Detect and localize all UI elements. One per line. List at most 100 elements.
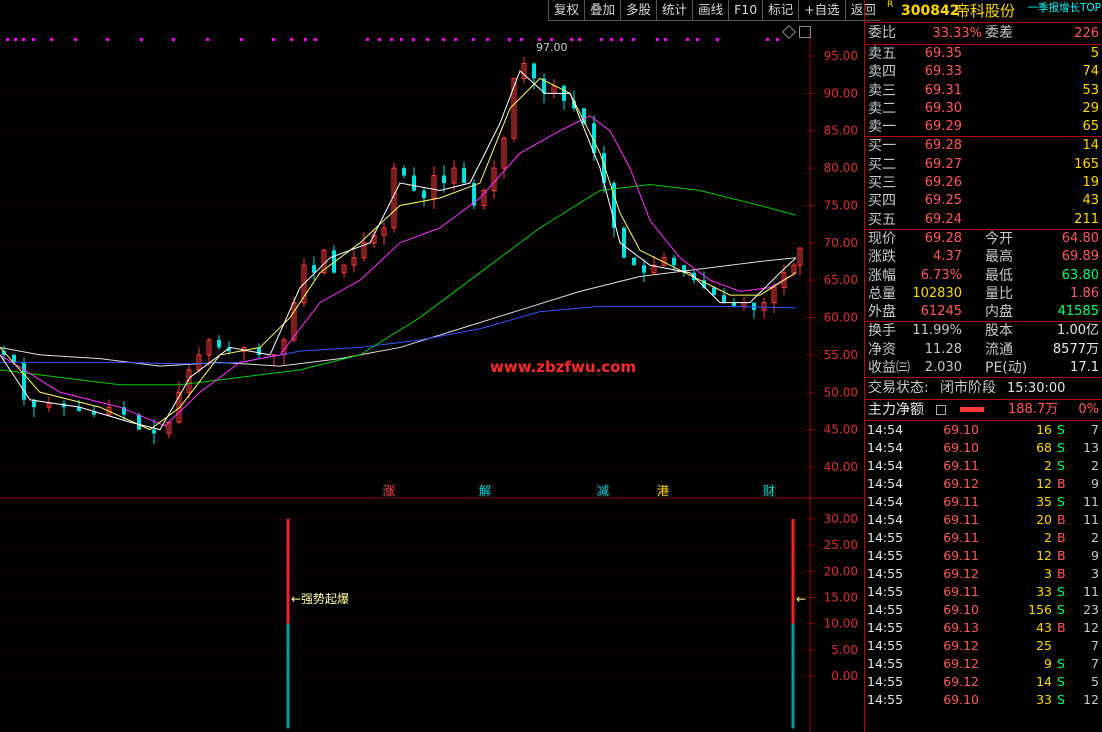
price-tick-label: 60.00 <box>824 311 858 325</box>
tick-volume: 43 <box>1036 620 1052 636</box>
tick-row: 14:54 69.10 16 S 7 <box>865 421 1102 439</box>
tick-row: 14:55 69.12 25 7 <box>865 637 1102 655</box>
tick-side: S <box>1057 584 1065 600</box>
stock-name[interactable]: 帝科股份 <box>955 0 1015 22</box>
flow-bar <box>960 407 984 413</box>
trade-status-label: 交易状态: <box>868 380 929 397</box>
stat-row: 现价 69.28 今开 64.80 <box>865 230 1102 248</box>
candle-body <box>402 168 406 176</box>
tick-time: 14:54 <box>867 440 904 456</box>
event-marker[interactable]: 涨 <box>383 483 395 498</box>
event-marker[interactable]: 减 <box>597 484 609 498</box>
tick-list[interactable]: 14:54 69.10 16 S 7 14:54 69.10 68 S 13 14:54 69.11 2… <box>865 421 1102 709</box>
main-flow-row[interactable]: 主力净额 188.7万 0% <box>865 399 1102 422</box>
pink-dot <box>632 38 635 41</box>
candle-body <box>462 168 466 184</box>
fund-row-value: 11.99% <box>912 323 962 339</box>
tick-price: 69.11 <box>943 458 979 474</box>
pink-dot <box>400 38 403 41</box>
quote-panel: R 300842 帝科股份 一季报增长TOP 委比 33.33% 委差 226 … <box>864 0 1102 732</box>
stat-row-value2: 64.80 <box>1061 230 1099 246</box>
bid-levels: 买一 69.28 14 买二 69.27 165 买三 69.26 19 买四 69.25 43 买五 6… <box>865 136 1102 228</box>
toolbar-button-7[interactable]: +自选 <box>798 0 845 21</box>
indicator-tick-label: 0.00 <box>831 669 858 683</box>
fundamental-stats: 换手 11.99% 股本 1.00亿 净资 11.28 流通 8577万 收益㈢ 2.030 PE(… <box>865 321 1102 377</box>
stat-row-value2: 41585 <box>1057 304 1099 320</box>
main-flow-pct: 0% <box>1078 402 1099 418</box>
stat-row-label: 涨跌 <box>868 249 896 266</box>
ask-level-label: 卖一 <box>868 119 896 136</box>
stat-row: 总量 102830 量比 1.86 <box>865 285 1102 303</box>
stat-row-value2: 69.89 <box>1061 249 1099 265</box>
bid-level: 买五 69.24 211 <box>865 211 1102 229</box>
tick-count: 11 <box>1083 494 1099 510</box>
price-tick-label: 85.00 <box>824 124 858 138</box>
tick-side: S <box>1057 494 1065 510</box>
ask-level-value2: 53 <box>1082 82 1099 98</box>
menu-icon[interactable] <box>936 405 946 416</box>
close-icon[interactable] <box>799 26 811 38</box>
chart-grid <box>0 30 864 732</box>
tick-price: 69.12 <box>943 476 979 492</box>
tick-price: 69.12 <box>943 674 979 690</box>
stat-row-value: 6.73% <box>920 267 962 283</box>
tick-count: 11 <box>1083 584 1099 600</box>
price-tick-label: 40.00 <box>824 460 858 474</box>
bid-level-label: 买五 <box>868 211 896 228</box>
candle-body <box>422 190 426 198</box>
pink-dot <box>14 38 17 41</box>
fund-row-label: 净资 <box>868 341 896 358</box>
stat-row-label2: 量比 <box>985 285 1013 302</box>
toolbar-button-0[interactable]: 复权 <box>548 0 585 21</box>
toolbar-button-6[interactable]: 标记 <box>762 0 799 21</box>
ask-level-value2: 5 <box>1090 46 1099 61</box>
ask-level-label: 卖五 <box>868 46 896 62</box>
bid-level-value2: 14 <box>1082 138 1099 154</box>
tick-volume: 156 <box>1028 602 1052 618</box>
stock-badge: R <box>887 0 894 10</box>
toolbar-button-4[interactable]: 画线 <box>692 0 729 21</box>
toolbar-button-2[interactable]: 多股 <box>620 0 657 21</box>
tick-row: 14:55 69.10 156 S 23 <box>865 601 1102 619</box>
stock-tag[interactable]: 一季报增长TOP <box>1027 0 1101 19</box>
pink-dot <box>442 38 445 41</box>
bid-level: 买一 69.28 14 <box>865 137 1102 155</box>
pink-dot <box>776 38 779 41</box>
ask-level-value: 69.29 <box>924 119 962 135</box>
toolbar-button-3[interactable]: 统计 <box>656 0 693 21</box>
ask-level: 卖三 69.31 53 <box>865 82 1102 100</box>
kline-chart[interactable]: 95.00 90.00 85.00 80.00 75.00 70.00 65.00 60.00… <box>0 0 864 732</box>
tick-volume: 14 <box>1036 674 1052 690</box>
tick-volume: 25 <box>1036 638 1052 654</box>
event-marker[interactable]: 港 <box>657 484 669 498</box>
tick-row: 14:55 69.12 14 S 5 <box>865 673 1102 691</box>
toolbar-button-5[interactable]: F10 <box>728 0 763 21</box>
tick-side: S <box>1057 692 1065 708</box>
ask-level: 卖一 69.29 65 <box>865 118 1102 136</box>
event-marker[interactable]: 财 <box>763 484 775 498</box>
tick-price: 69.10 <box>943 422 979 438</box>
tick-price: 69.10 <box>943 602 979 618</box>
event-marker[interactable]: 解 <box>479 484 491 498</box>
stat-row: 外盘 61245 内盘 41585 <box>865 303 1102 321</box>
weibi-row: 委比 33.33% 委差 226 <box>865 23 1102 45</box>
stock-code[interactable]: 300842 <box>901 0 959 22</box>
candle-body <box>532 63 536 79</box>
tick-count: 7 <box>1091 638 1099 654</box>
toolbar-button-1[interactable]: 叠加 <box>584 0 621 21</box>
stat-row-label2: 今开 <box>985 230 1013 247</box>
tick-price: 69.12 <box>943 566 979 582</box>
tick-row: 14:55 69.12 9 S 7 <box>865 655 1102 673</box>
bid-level: 买二 69.27 165 <box>865 156 1102 174</box>
pink-dot <box>696 38 699 41</box>
tick-count: 11 <box>1083 512 1099 528</box>
tick-side: B <box>1057 548 1066 564</box>
fund-row-label2: 流通 <box>985 341 1013 358</box>
ask-level-label: 卖三 <box>868 82 896 99</box>
stat-row-label: 总量 <box>868 285 896 302</box>
ask-levels: 卖五 69.35 5 卖四 69.33 74 卖三 69.31 53 卖二 69.30 29 卖一 69.… <box>865 45 1102 136</box>
stat-row-label: 现价 <box>868 230 896 247</box>
tick-price: 69.11 <box>943 530 979 546</box>
ask-level: 卖五 69.35 5 <box>865 45 1102 63</box>
bid-level-label: 买二 <box>868 156 896 173</box>
